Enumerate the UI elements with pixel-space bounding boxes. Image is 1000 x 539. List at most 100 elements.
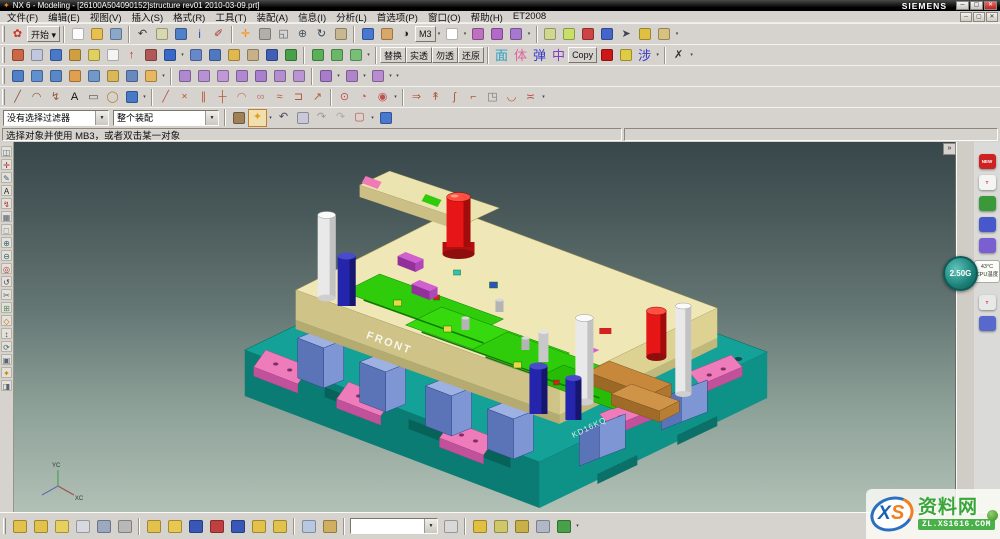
- left-tool-cross-icon[interactable]: ✛: [1, 159, 12, 170]
- left-tool-diamond-icon[interactable]: ◇: [1, 315, 12, 326]
- check-mate-icon[interactable]: [553, 516, 574, 536]
- menu-preferences[interactable]: 首选项(P): [372, 10, 423, 24]
- mirror-assembly-icon[interactable]: [185, 516, 206, 536]
- point-icon[interactable]: ✕: [175, 88, 194, 106]
- datum-plane-icon[interactable]: [8, 46, 27, 64]
- left-tool-zoomin-icon[interactable]: ⊕: [1, 237, 12, 248]
- layer-category-icon[interactable]: [560, 25, 579, 43]
- extract-curve-icon[interactable]: [122, 88, 141, 106]
- type-filter-combo[interactable]: 没有选择过滤器▼: [3, 110, 109, 126]
- circle-arc-icon[interactable]: ◔: [354, 88, 373, 106]
- left-tool-star-icon[interactable]: ✦: [1, 367, 12, 378]
- copy-button[interactable]: Copy: [568, 47, 597, 63]
- text-icon[interactable]: A: [65, 88, 84, 106]
- spring-button[interactable]: 弹: [530, 46, 549, 64]
- block-icon[interactable]: [160, 46, 179, 64]
- left-tool-zoomout-icon[interactable]: ⊖: [1, 250, 12, 261]
- menu-format[interactable]: 格式(R): [168, 10, 210, 24]
- left-tool-square-icon[interactable]: ◻: [1, 224, 12, 235]
- add-component-icon[interactable]: [143, 516, 164, 536]
- background-icon[interactable]: [443, 25, 462, 43]
- select-chain-icon[interactable]: [229, 109, 248, 127]
- edit-suppression-icon[interactable]: [227, 516, 248, 536]
- gamepad-gadget-icon[interactable]: [979, 217, 996, 232]
- resource-bar-arrow-icon[interactable]: »: [943, 143, 956, 155]
- signature-icon[interactable]: ✐: [209, 25, 228, 43]
- unite-icon[interactable]: [186, 46, 205, 64]
- clip-section-icon[interactable]: [469, 25, 488, 43]
- new-file-icon[interactable]: [68, 25, 87, 43]
- solid-transparent-button[interactable]: 实透: [406, 47, 432, 63]
- interpart-link-icon[interactable]: [368, 67, 387, 85]
- body-button[interactable]: 体: [511, 46, 530, 64]
- menu-tools[interactable]: 工具(T): [210, 10, 251, 24]
- new-gadget-icon[interactable]: NEW: [979, 154, 996, 169]
- start-button[interactable]: 开始 ▾: [27, 26, 60, 42]
- suppress-component-icon[interactable]: [206, 516, 227, 536]
- zoom-icon[interactable]: ⊕: [293, 25, 312, 43]
- t-gadget-icon[interactable]: T: [979, 175, 996, 190]
- left-tool-undo-icon[interactable]: ↺: [1, 276, 12, 287]
- two-circles-icon[interactable]: ∞: [251, 88, 270, 106]
- fit-view-icon[interactable]: ✛: [236, 25, 255, 43]
- quick-trim-icon[interactable]: ⇒: [407, 88, 426, 106]
- datum-plane2-icon[interactable]: [103, 46, 122, 64]
- fillet-icon[interactable]: ʃ: [445, 88, 464, 106]
- menu-assemblies[interactable]: 装配(A): [252, 10, 294, 24]
- marquee-select-icon[interactable]: ▢: [350, 109, 369, 127]
- report-icon[interactable]: [532, 516, 553, 536]
- render-style-icon[interactable]: ◑: [396, 25, 415, 43]
- save-icon[interactable]: [106, 25, 125, 43]
- constraints-icon[interactable]: ≍: [521, 88, 540, 106]
- drafting-icon[interactable]: [655, 25, 674, 43]
- mdi-close-button[interactable]: ✕: [986, 12, 998, 22]
- resource-bar[interactable]: »: [956, 142, 974, 512]
- face-button[interactable]: 面: [492, 46, 511, 64]
- wave-link-icon[interactable]: [308, 46, 327, 64]
- die-assembly-model[interactable]: FRONT KD16KQ XC YC: [14, 142, 955, 512]
- ghost-component-icon[interactable]: [114, 516, 135, 536]
- offset-curve-icon[interactable]: ⊐: [289, 88, 308, 106]
- left-tool-vresize-icon[interactable]: ↕: [1, 328, 12, 339]
- left-tool-plusgrid-icon[interactable]: ⊞: [1, 302, 12, 313]
- sweep-icon[interactable]: [224, 46, 243, 64]
- show-product-outline-icon[interactable]: [72, 516, 93, 536]
- undo-selection-icon[interactable]: ↶: [274, 109, 293, 127]
- hole-icon[interactable]: [243, 46, 262, 64]
- wave-cube-4-icon[interactable]: [232, 67, 251, 85]
- left-tool-pencil-icon[interactable]: ✎: [1, 172, 12, 183]
- yellow-cube-icon[interactable]: [616, 46, 635, 64]
- sheet-metal-icon[interactable]: [65, 67, 84, 85]
- trim-body-icon[interactable]: [84, 46, 103, 64]
- wireframe-view-icon[interactable]: [377, 25, 396, 43]
- datum-axis-icon[interactable]: ↑: [122, 46, 141, 64]
- close-button[interactable]: ✕: [984, 1, 997, 10]
- make-corner-icon[interactable]: ◳: [483, 88, 502, 106]
- camera-icon[interactable]: [93, 516, 114, 536]
- replace-button[interactable]: 替换: [380, 47, 406, 63]
- open-box-icon[interactable]: [376, 109, 395, 127]
- mirror-body-icon[interactable]: [346, 46, 365, 64]
- arrow-up-icon[interactable]: ↗: [308, 88, 327, 106]
- graphics-viewport[interactable]: FRONT KD16KQ XC YC: [14, 142, 956, 512]
- perspective-icon[interactable]: [331, 25, 350, 43]
- m3-view-button[interactable]: M3: [415, 26, 436, 42]
- menu-view[interactable]: 视图(V): [85, 10, 127, 24]
- profile-icon[interactable]: ╱: [8, 88, 27, 106]
- menu-et2008[interactable]: ET2008: [508, 11, 551, 22]
- move-component2-icon[interactable]: [248, 516, 269, 536]
- close-arc-icon[interactable]: ◡: [502, 88, 521, 106]
- wcs-triad[interactable]: XC YC: [42, 463, 84, 502]
- point-set-icon[interactable]: [141, 46, 160, 64]
- no-transparent-button[interactable]: 勿透: [432, 47, 458, 63]
- battery-gadget-icon[interactable]: [979, 196, 996, 211]
- assembly-constraint-icon[interactable]: [269, 516, 290, 536]
- left-tool-refresh-icon[interactable]: ⟳: [1, 341, 12, 352]
- paste-icon[interactable]: [171, 25, 190, 43]
- ellipse-icon[interactable]: ◯: [103, 88, 122, 106]
- menu-analysis[interactable]: 分析(L): [331, 10, 372, 24]
- minimize-button[interactable]: ─: [956, 1, 969, 10]
- layer-settings-icon[interactable]: [541, 25, 560, 43]
- left-tool-fill-icon[interactable]: ▣: [1, 354, 12, 365]
- hem-flange-icon[interactable]: [141, 67, 160, 85]
